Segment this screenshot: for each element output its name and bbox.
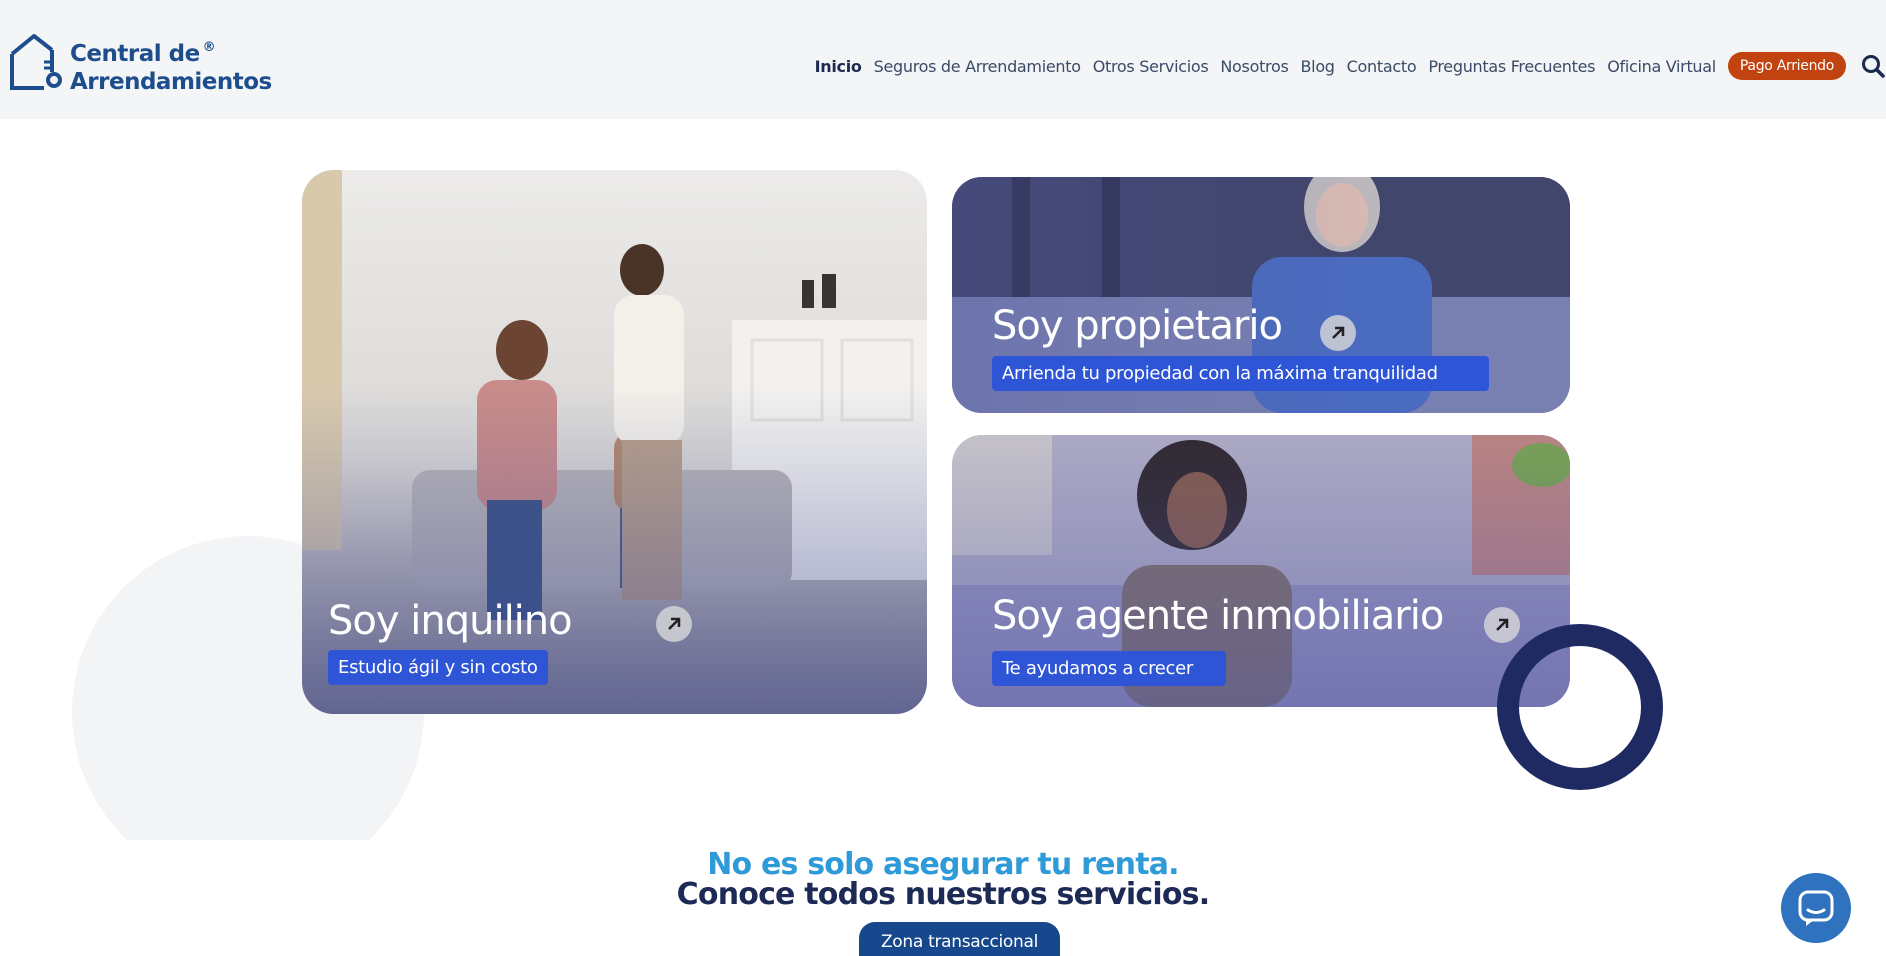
pay-rent-button[interactable]: Pago Arriendo xyxy=(1727,52,1846,80)
services-tagline: No es solo asegurar tu renta. Conoce tod… xyxy=(0,850,1886,910)
tagline-line1: No es solo asegurar tu renta. xyxy=(707,847,1179,882)
house-key-icon xyxy=(10,34,62,90)
arrow-up-right-icon[interactable] xyxy=(656,606,692,642)
card-tag-owner: Arrienda tu propiedad con la máxima tran… xyxy=(992,356,1489,391)
arrow-up-right-icon[interactable] xyxy=(1484,607,1520,643)
site-header: Central de ® Arrendamientos Inicio Seguro… xyxy=(0,0,1886,119)
decorative-ring xyxy=(1497,624,1663,790)
card-owner[interactable]: Soy propietario Arrienda tu propiedad co… xyxy=(952,177,1570,413)
card-title-owner: Soy propietario xyxy=(992,303,1283,349)
arrow-up-right-icon[interactable] xyxy=(1320,315,1356,351)
logo-text: Central de ® Arrendamientos xyxy=(70,40,272,95)
logo[interactable]: Central de ® Arrendamientos xyxy=(8,32,272,96)
transaction-zone-button[interactable]: Zona transaccional xyxy=(859,922,1060,956)
card-title-tenant: Soy inquilino xyxy=(328,598,573,644)
nav-item-preguntas[interactable]: Preguntas Frecuentes xyxy=(1428,57,1595,76)
nav-item-blog[interactable]: Blog xyxy=(1301,57,1335,76)
nav-item-inicio[interactable]: Inicio xyxy=(815,57,862,76)
page: Central de ® Arrendamientos Inicio Seguro… xyxy=(0,0,1886,956)
card-tenant[interactable]: Soy inquilino Estudio ágil y sin costo xyxy=(302,170,927,714)
search-icon[interactable] xyxy=(1860,53,1886,79)
logo-line1: Central de xyxy=(70,41,200,67)
nav-item-otros-servicios[interactable]: Otros Servicios xyxy=(1093,57,1209,76)
main-nav: Inicio Seguros de Arrendamiento Otros Se… xyxy=(815,52,1886,80)
card-title-agent: Soy agente inmobiliario xyxy=(992,593,1444,639)
nav-item-contacto[interactable]: Contacto xyxy=(1347,57,1417,76)
nav-item-oficina-virtual[interactable]: Oficina Virtual xyxy=(1607,57,1716,76)
chat-button[interactable] xyxy=(1781,873,1851,943)
tagline-line2: Conoce todos nuestros servicios. xyxy=(676,877,1210,912)
registered-mark: ® xyxy=(202,40,216,55)
logo-line2: Arrendamientos xyxy=(70,69,272,95)
card-agent[interactable]: Soy agente inmobiliario Te ayudamos a cr… xyxy=(952,435,1570,707)
nav-item-seguros[interactable]: Seguros de Arrendamiento xyxy=(874,57,1081,76)
nav-item-nosotros[interactable]: Nosotros xyxy=(1220,57,1288,76)
chat-icon xyxy=(1798,890,1834,926)
card-tag-agent: Te ayudamos a crecer xyxy=(992,651,1226,686)
card-tag-tenant: Estudio ágil y sin costo xyxy=(328,650,548,685)
